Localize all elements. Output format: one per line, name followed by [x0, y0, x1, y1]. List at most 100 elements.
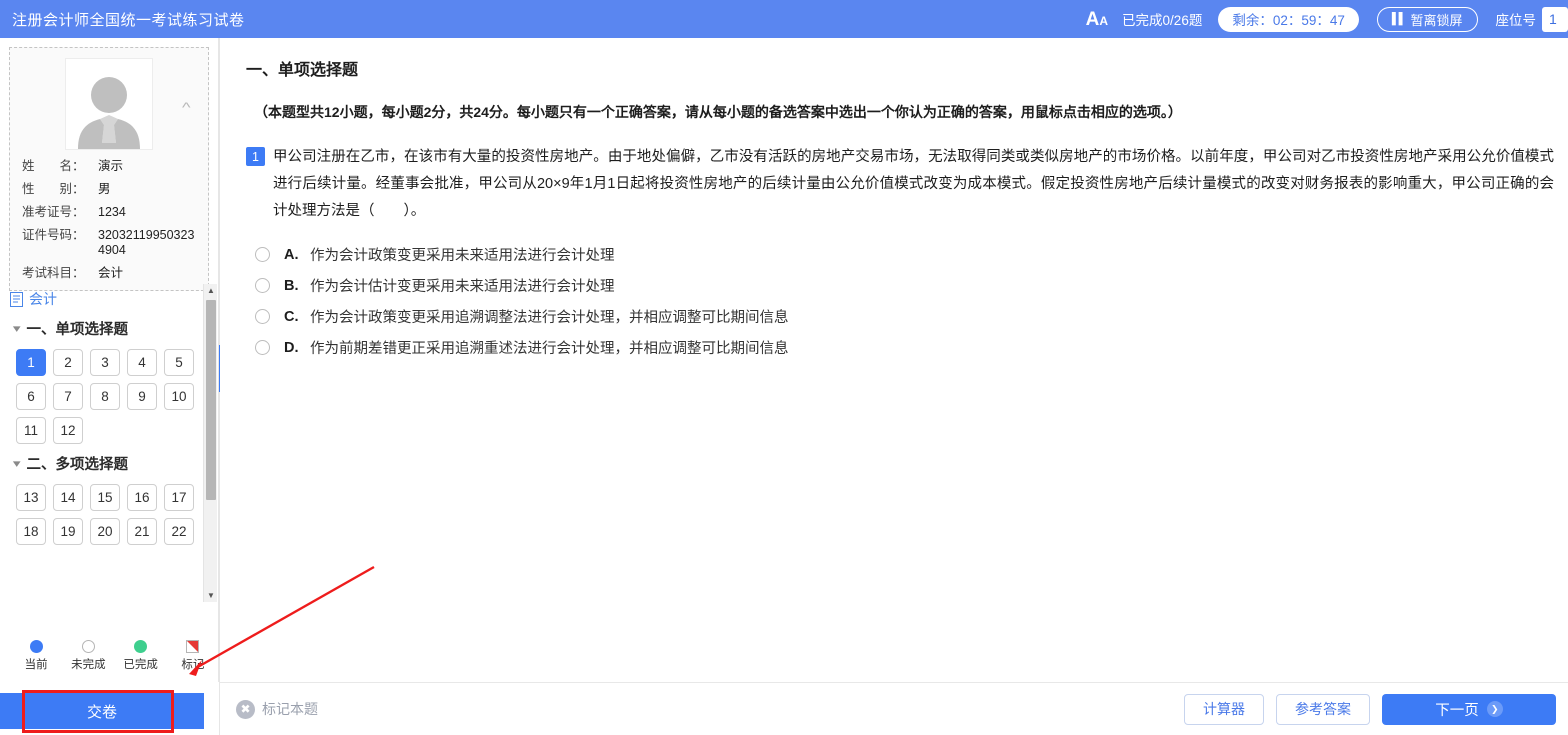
question-button[interactable]: 18 [16, 518, 46, 545]
list-item: 性 别： 男 [22, 182, 196, 197]
flagged-status-icon [186, 640, 200, 653]
nav-section-header-2[interactable]: ▾ 二、多项选择题 [0, 448, 219, 478]
mark-question-label: 标记本题 [262, 701, 318, 717]
option-text: 作为前期差错更正采用追溯重述法进行会计处理，并相应调整可比期间信息 [310, 341, 789, 357]
answer-option-a[interactable]: A. 作为会计政策变更采用未来适用法进行会计处理 [246, 239, 1554, 270]
reference-answer-button[interactable]: 参考答案 [1276, 693, 1370, 725]
question-button[interactable]: 11 [16, 417, 46, 444]
chevron-down-icon: ▾ [12, 458, 21, 470]
legend-label: 未完成 [71, 659, 106, 671]
user-avatar-icon [78, 77, 140, 149]
question-grid-2: 13 14 15 16 17 18 19 20 21 22 [0, 478, 200, 549]
submit-exam-button[interactable]: 交卷 [0, 693, 204, 729]
legend-label: 已完成 [123, 659, 158, 671]
option-letter: B. [284, 277, 299, 294]
document-icon [10, 291, 23, 307]
question-number-badge: 1 [246, 147, 265, 166]
chevron-up-icon[interactable]: ^ [182, 100, 191, 114]
answer-option-b[interactable]: B. 作为会计估计变更采用未来适用法进行会计处理 [246, 270, 1554, 301]
question-button[interactable]: 16 [127, 484, 157, 511]
list-item: 姓 名： 演示 [22, 159, 196, 174]
section-heading: 一、单项选择题 [246, 62, 359, 79]
avatar [65, 58, 153, 150]
seat-number-group: 座位号 1 [1495, 6, 1568, 32]
question-block: 1 甲公司注册在乙市，在该市有大量的投资性房地产。由于地处偏僻，乙市没有活跃的房… [246, 144, 1554, 225]
option-text: 作为会计估计变更采用未来适用法进行会计处理 [310, 279, 615, 295]
info-value: 320321199503234904 [98, 228, 195, 257]
question-navigator: 会计 ▾ 一、单项选择题 1 2 3 4 5 6 7 8 9 10 11 12 … [0, 284, 219, 602]
info-value: 演示 [98, 159, 124, 173]
undone-status-icon [81, 640, 95, 653]
info-label: 考试科目： [22, 266, 85, 280]
legend-item-current: 当前 [10, 640, 62, 672]
avatar-row: ^ [22, 58, 196, 150]
nav-section-title: 二、多项选择题 [26, 457, 129, 473]
mark-question-button[interactable]: ✖ 标记本题 [236, 699, 318, 719]
radio-icon[interactable] [255, 340, 270, 355]
question-button[interactable]: 4 [127, 349, 157, 376]
footer-actions: 计算器 参考答案 下一页 ❯ [1184, 693, 1568, 725]
pause-icon: ▌▌ [1391, 13, 1407, 25]
nav-section-title: 一、单项选择题 [26, 322, 129, 338]
question-button[interactable]: 22 [164, 518, 194, 545]
question-button[interactable]: 1 [16, 349, 46, 376]
subject-row[interactable]: 会计 [0, 284, 219, 313]
question-button[interactable]: 15 [90, 484, 120, 511]
legend-label: 标记 [181, 659, 205, 671]
nav-section-header-1[interactable]: ▾ 一、单项选择题 [0, 313, 219, 343]
answer-option-d[interactable]: D. 作为前期差错更正采用追溯重述法进行会计处理，并相应调整可比期间信息 [246, 332, 1554, 363]
font-size-icon-small: A [1099, 13, 1109, 28]
scroll-down-icon[interactable]: ▼ [204, 589, 218, 602]
radio-icon[interactable] [255, 309, 270, 324]
question-button[interactable]: 17 [164, 484, 194, 511]
radio-icon[interactable] [255, 247, 270, 262]
calculator-button[interactable]: 计算器 [1184, 693, 1264, 725]
legend-item-done: 已完成 [115, 640, 167, 672]
font-size-icon[interactable]: AA [1086, 10, 1108, 29]
scrollbar-thumb[interactable] [206, 300, 216, 500]
seat-number-label: 座位号 [1495, 13, 1537, 28]
question-button[interactable]: 2 [53, 349, 83, 376]
chevron-down-icon: ▾ [12, 323, 21, 335]
subject-label: 会计 [29, 291, 57, 307]
list-item: 考试科目： 会计 [22, 266, 196, 281]
question-button[interactable]: 12 [53, 417, 83, 444]
question-button[interactable]: 5 [164, 349, 194, 376]
question-button[interactable]: 3 [90, 349, 120, 376]
footer-toolbar: ✖ 标记本题 计算器 参考答案 下一页 ❯ [220, 682, 1568, 735]
answer-option-c[interactable]: C. 作为会计政策变更采用追溯调整法进行会计处理，并相应调整可比期间信息 [246, 301, 1554, 332]
question-button[interactable]: 7 [53, 383, 83, 410]
question-button[interactable]: 9 [127, 383, 157, 410]
question-button[interactable]: 20 [90, 518, 120, 545]
question-button[interactable]: 13 [16, 484, 46, 511]
question-button[interactable]: 8 [90, 383, 120, 410]
app-header: 注册会计师全国统一考试练习试卷 AA 已完成0/26题 剩余：02：59：47 … [0, 0, 1568, 38]
navigator-scrollbar[interactable]: ▲ ▼ [203, 284, 217, 602]
legend-label: 当前 [24, 659, 48, 671]
option-text: 作为会计政策变更采用追溯调整法进行会计处理，并相应调整可比期间信息 [310, 310, 789, 326]
info-label: 姓 名： [22, 159, 85, 173]
question-button[interactable]: 10 [164, 383, 194, 410]
lock-screen-button[interactable]: ▌▌ 暂离锁屏 [1376, 6, 1478, 32]
next-page-button[interactable]: 下一页 ❯ [1382, 693, 1556, 725]
option-letter: C. [284, 308, 299, 325]
lock-screen-label: 暂离锁屏 [1410, 12, 1463, 28]
list-item: 证件号码： 320321199503234904 [22, 228, 196, 258]
info-label: 准考证号： [22, 205, 85, 219]
question-panel: 一、单项选择题 （本题型共12小题，每小题2分，共24分。每小题只有一个正确答案… [220, 38, 1568, 682]
question-button[interactable]: 14 [53, 484, 83, 511]
info-value: 会计 [98, 266, 124, 280]
info-value: 男 [98, 182, 111, 196]
done-status-icon [134, 640, 148, 653]
chevron-right-icon: ❯ [1486, 701, 1503, 717]
mark-star-icon: ✖ [236, 699, 255, 719]
question-button[interactable]: 6 [16, 383, 46, 410]
scroll-up-icon[interactable]: ▲ [204, 284, 218, 297]
info-value: 1234 [98, 205, 126, 219]
header-right-group: AA 已完成0/26题 剩余：02：59：47 ▌▌ 暂离锁屏 座位号 1 [1086, 0, 1568, 38]
radio-icon[interactable] [255, 278, 270, 293]
status-legend: 当前 未完成 已完成 标记 [0, 640, 219, 672]
next-page-label: 下一页 [1435, 702, 1479, 719]
question-button[interactable]: 19 [53, 518, 83, 545]
question-button[interactable]: 21 [127, 518, 157, 545]
